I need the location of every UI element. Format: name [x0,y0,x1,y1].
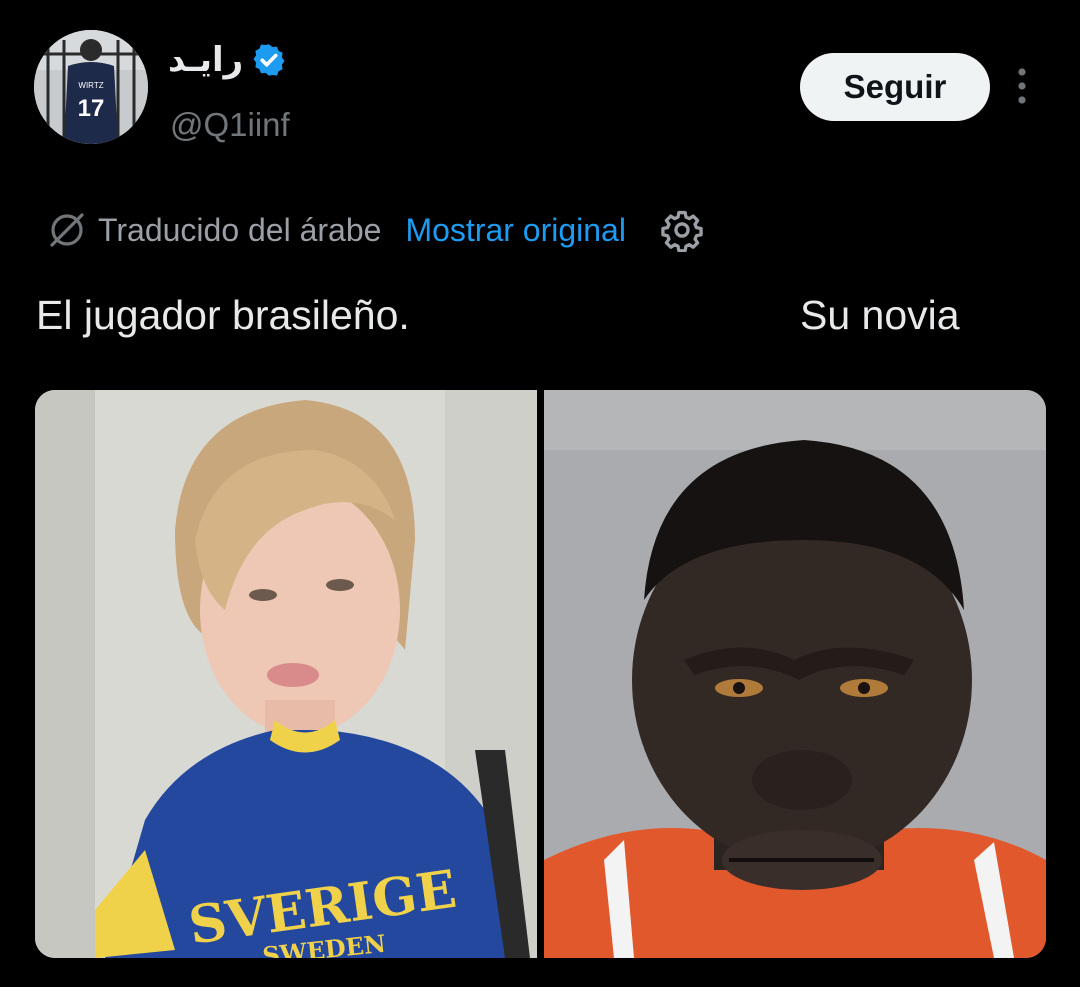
media-image-left[interactable]: SVERIGE SWEDEN [35,390,537,958]
avatar-jersey-number: 17 [78,95,105,122]
follow-button[interactable]: Seguir [800,53,990,121]
translation-label: Traducido del árabe [98,211,382,248]
verified-badge-icon [253,44,285,76]
avatar-jersey-name: WIRTZ [78,81,103,90]
tweet-text-left: El jugador brasileño. [36,292,410,338]
photo-man [544,390,1046,958]
photo-woman: SVERIGE SWEDEN [35,390,537,958]
more-vertical-icon[interactable] [1012,66,1032,106]
translation-row: Traducido del árabe Mostrar original [46,205,704,255]
translate-icon [50,213,84,247]
author-handle[interactable]: @Q1iinf [170,106,290,144]
tweet-text-right: Su novia [800,292,960,338]
gear-icon[interactable] [660,208,704,252]
show-original-link[interactable]: Mostrar original [405,212,626,249]
display-name[interactable]: رايـد [168,40,243,80]
media-image-right[interactable] [544,390,1046,958]
avatar-image: WIRTZ 17 [34,30,148,144]
author-name-row[interactable]: رايـد [168,40,287,80]
avatar[interactable]: WIRTZ 17 [34,30,148,144]
